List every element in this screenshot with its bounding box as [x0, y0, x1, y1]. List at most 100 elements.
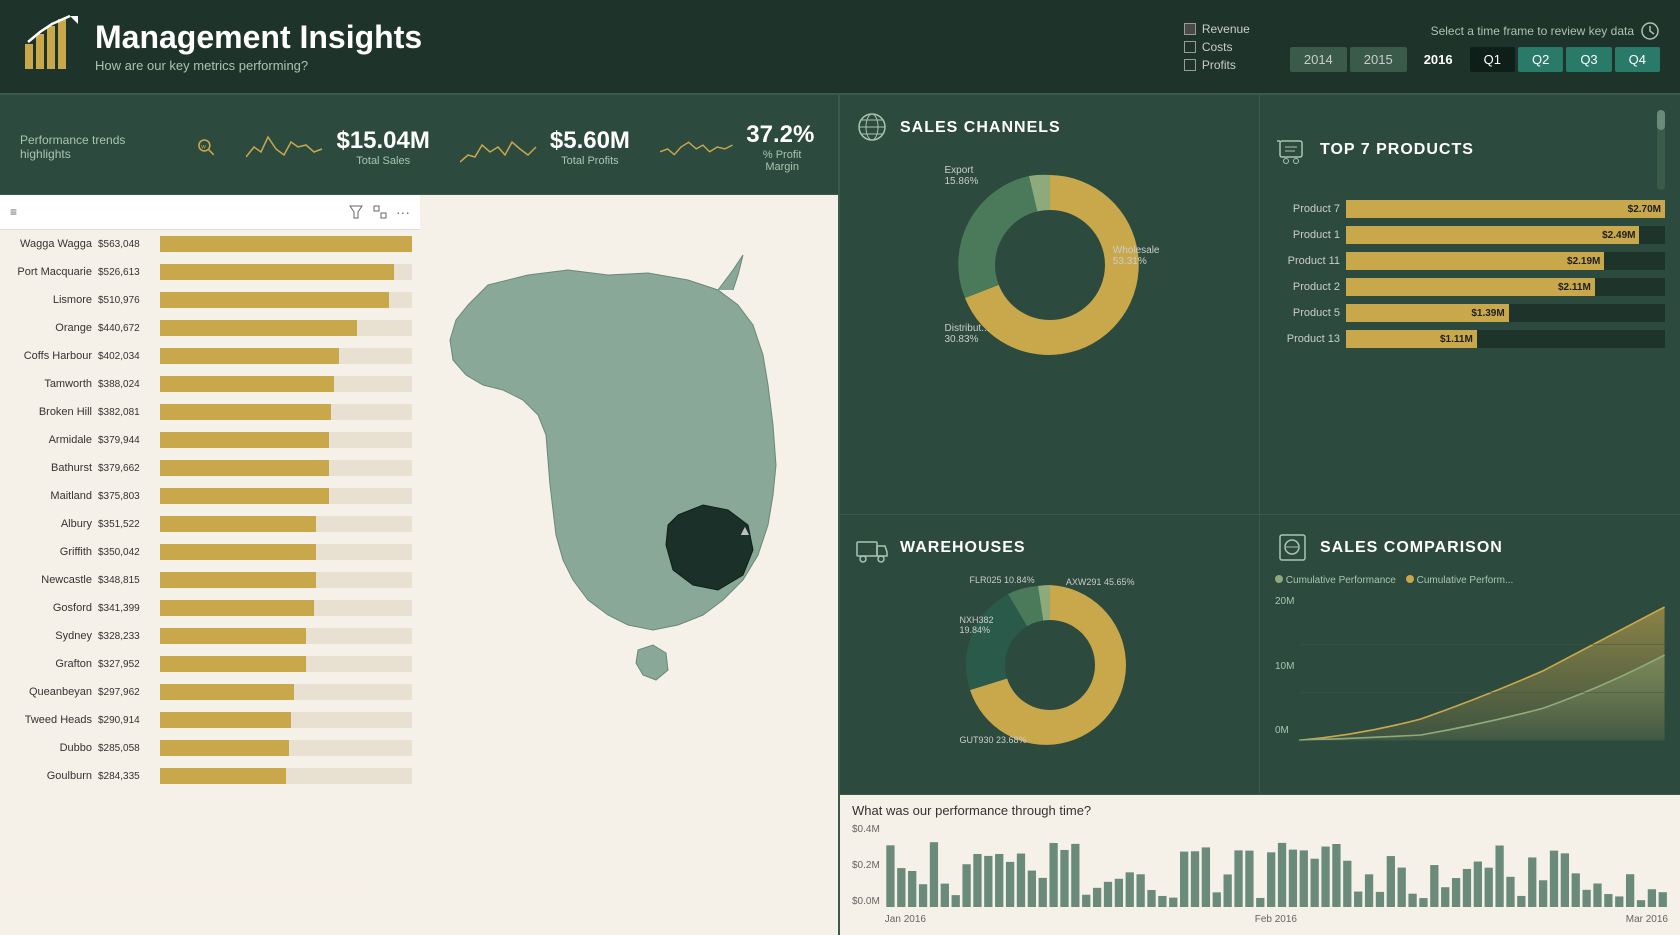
- axw291-label: AXW291 45.65%: [1066, 577, 1135, 587]
- kpi-total-profits: $5.60M Total Profits: [460, 127, 630, 167]
- table-row: Wagga Wagga $563,048: [0, 230, 420, 258]
- bar-fill: [160, 544, 316, 560]
- table-row: Broken Hill $382,081: [0, 398, 420, 426]
- search-icon[interactable]: w: [195, 133, 217, 161]
- year-2016-button[interactable]: 2016: [1410, 47, 1467, 72]
- right-mid: WAREHOUSES: [840, 515, 1680, 795]
- time-bar: [1049, 843, 1057, 907]
- legend-profits-label: Profits: [1202, 58, 1236, 72]
- bar-background: [160, 488, 412, 504]
- warehouses-header: WAREHOUSES: [855, 530, 1244, 565]
- bar-background: [160, 320, 412, 336]
- product-bar-fill: $2.19M: [1346, 252, 1604, 270]
- time-bar: [886, 845, 894, 907]
- time-bar: [1571, 873, 1579, 907]
- city-name: Wagga Wagga: [8, 238, 98, 250]
- map-chart-area: ≡ ··· Wagga Wagga $563,048 Port Macquari…: [0, 195, 838, 935]
- city-value: $402,034: [98, 351, 160, 362]
- q4-button[interactable]: Q4: [1615, 47, 1660, 72]
- time-bar: [1517, 896, 1525, 907]
- export-label: Export 15.86%: [945, 165, 979, 187]
- bar-background: [160, 264, 412, 280]
- city-value: $327,952: [98, 659, 160, 670]
- product-bar-fill: $2.70M: [1346, 200, 1665, 218]
- city-name: Orange: [8, 322, 98, 334]
- q1-button[interactable]: Q1: [1470, 47, 1515, 72]
- time-bar: [1441, 887, 1449, 907]
- time-bar: [1550, 851, 1558, 907]
- sales-channels-section: SALES CHANNELS: [840, 95, 1260, 514]
- product-name: Product 11: [1275, 255, 1340, 267]
- product-bar-fill: $2.49M: [1346, 226, 1639, 244]
- legend-revenue-box: [1184, 23, 1196, 35]
- list-item: Product 13 $1.11M: [1275, 330, 1665, 348]
- product-value: $2.49M: [1602, 230, 1635, 241]
- top-products-header: TOP 7 PRODUCTS: [1275, 110, 1665, 190]
- time-bar: [1484, 868, 1492, 907]
- bar-background: [160, 348, 412, 364]
- time-bar: [1593, 884, 1601, 907]
- bar-fill: [160, 264, 394, 280]
- flr025-label: FLR025 10.84%: [970, 575, 1035, 585]
- warehouses-title: WAREHOUSES: [900, 539, 1026, 557]
- bar-chart-scroll[interactable]: Wagga Wagga $563,048 Port Macquarie $526…: [0, 230, 420, 935]
- bar-chart-panel: ≡ ··· Wagga Wagga $563,048 Port Macquari…: [0, 195, 420, 935]
- filter-icon[interactable]: [348, 204, 364, 220]
- legend-revenue-label: Revenue: [1202, 22, 1250, 36]
- truck-icon: [855, 530, 890, 565]
- q2-button[interactable]: Q2: [1518, 47, 1563, 72]
- bar-background: [160, 432, 412, 448]
- time-bar: [1561, 853, 1569, 907]
- legend-cumulative2: Cumulative Perform...: [1406, 575, 1513, 586]
- product-name: Product 7: [1275, 203, 1340, 215]
- time-bar: [1419, 898, 1427, 907]
- q3-button[interactable]: Q3: [1566, 47, 1611, 72]
- sales-comparison-header: SALES COMPARISON: [1275, 530, 1665, 565]
- city-value: $284,335: [98, 771, 160, 782]
- year-2014-button[interactable]: 2014: [1290, 47, 1347, 72]
- time-bar: [1528, 857, 1536, 907]
- time-bar: [1539, 880, 1547, 907]
- city-value: $341,399: [98, 603, 160, 614]
- time-bar: [940, 884, 948, 907]
- sparkline-profits: [460, 127, 540, 167]
- product-bar-bg: $2.49M: [1346, 226, 1665, 244]
- time-bar: [1082, 895, 1090, 907]
- city-name: Goulburn: [8, 770, 98, 782]
- product-name: Product 2: [1275, 281, 1340, 293]
- legend-revenue: Revenue: [1184, 22, 1250, 36]
- time-bar: [1115, 879, 1123, 907]
- product-name: Product 13: [1275, 333, 1340, 345]
- app-title: Management Insights: [95, 20, 1184, 55]
- table-row: Tamworth $388,024: [0, 370, 420, 398]
- year-2015-button[interactable]: 2015: [1350, 47, 1407, 72]
- app-subtitle: How are our key metrics performing?: [95, 58, 1184, 73]
- performance-through-time: What was our performance through time? $…: [840, 795, 1680, 935]
- time-bar: [1495, 846, 1503, 907]
- city-value: $351,522: [98, 519, 160, 530]
- kpi-total-sales: $15.04M Total Sales: [246, 127, 429, 167]
- left-panel: Performance trends highlights w $15.04M …: [0, 95, 840, 935]
- city-name: Queanbeyan: [8, 686, 98, 698]
- city-name: Gosford: [8, 602, 98, 614]
- time-bar: [919, 884, 927, 907]
- perf-time-title: What was our performance through time?: [852, 803, 1668, 818]
- time-bar: [1289, 850, 1297, 907]
- more-icon[interactable]: ···: [396, 204, 410, 220]
- expand-icon[interactable]: [372, 204, 388, 220]
- time-bar: [1278, 843, 1286, 907]
- city-name: Griffith: [8, 546, 98, 558]
- sparkline-margin: [660, 127, 736, 167]
- perf-time-chart: $0.4M $0.2M $0.0M Jan 2016 Feb 2016 Mar …: [852, 824, 1668, 919]
- product-bar-bg: $1.39M: [1346, 304, 1665, 322]
- header: Management Insights How are our key metr…: [0, 0, 1680, 95]
- product-bar-bg: $2.11M: [1346, 278, 1665, 296]
- kpi-highlights-label: Performance trends highlights: [20, 133, 145, 161]
- gut930-label: GUT930 23.68%: [960, 735, 1027, 745]
- city-name: Sydney: [8, 630, 98, 642]
- table-row: Albury $351,522: [0, 510, 420, 538]
- bar-fill: [160, 348, 339, 364]
- city-name: Broken Hill: [8, 406, 98, 418]
- sales-channels-title: SALES CHANNELS: [900, 119, 1061, 137]
- city-value: $297,962: [98, 687, 160, 698]
